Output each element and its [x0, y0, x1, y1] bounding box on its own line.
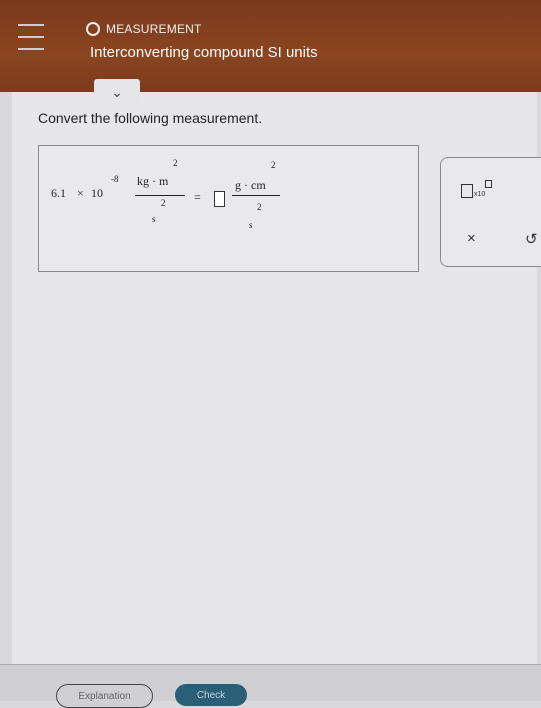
menu-icon[interactable] — [18, 24, 44, 50]
clear-button[interactable]: × — [467, 230, 476, 247]
left-denominator-power: 2 — [161, 198, 166, 208]
header-bar: MEASUREMENT Interconverting compound SI … — [0, 0, 541, 92]
left-numerator-units: kg · m — [137, 174, 169, 188]
question-prompt: Convert the following measurement. — [38, 110, 263, 126]
times-symbol: × — [77, 186, 84, 200]
check-button[interactable]: Check — [175, 684, 247, 706]
right-numerator-units: g · cm — [235, 178, 266, 192]
x10-label: x10 — [474, 191, 486, 198]
base-ten: 10 — [91, 186, 103, 200]
right-denominator-power: 2 — [257, 202, 262, 212]
topic-row: MEASUREMENT — [86, 22, 202, 36]
math-toolbar: x10 × ↺ — [440, 157, 541, 267]
explanation-button[interactable]: Explanation — [56, 684, 153, 708]
right-numerator-power: 2 — [271, 160, 276, 170]
chevron-down-icon: ⌄ — [111, 83, 123, 100]
right-denominator-unit: s — [249, 220, 253, 230]
topic-status-icon — [86, 22, 100, 36]
left-fraction-bar — [135, 195, 185, 196]
equals-sign: = — [194, 190, 201, 204]
exponent: -8 — [111, 174, 119, 184]
mantissa-box-icon — [461, 184, 473, 198]
right-fraction-bar — [232, 195, 280, 196]
undo-button[interactable]: ↺ — [525, 230, 538, 248]
page-title: Interconverting compound SI units — [90, 44, 318, 61]
answer-input[interactable] — [214, 191, 225, 207]
coefficient: 6.1 — [51, 186, 66, 200]
scientific-notation-button[interactable]: x10 — [461, 180, 493, 198]
exponent-box-icon — [485, 180, 493, 188]
answer-workspace: 6.1 × 10 -8 2 kg · m 2 s = 2 g · cm 2 s — [38, 145, 419, 272]
left-denominator-unit: s — [152, 214, 156, 224]
left-numerator-power: 2 — [173, 158, 178, 168]
topic-label: MEASUREMENT — [106, 22, 202, 36]
collapse-button[interactable]: ⌄ — [94, 79, 140, 105]
